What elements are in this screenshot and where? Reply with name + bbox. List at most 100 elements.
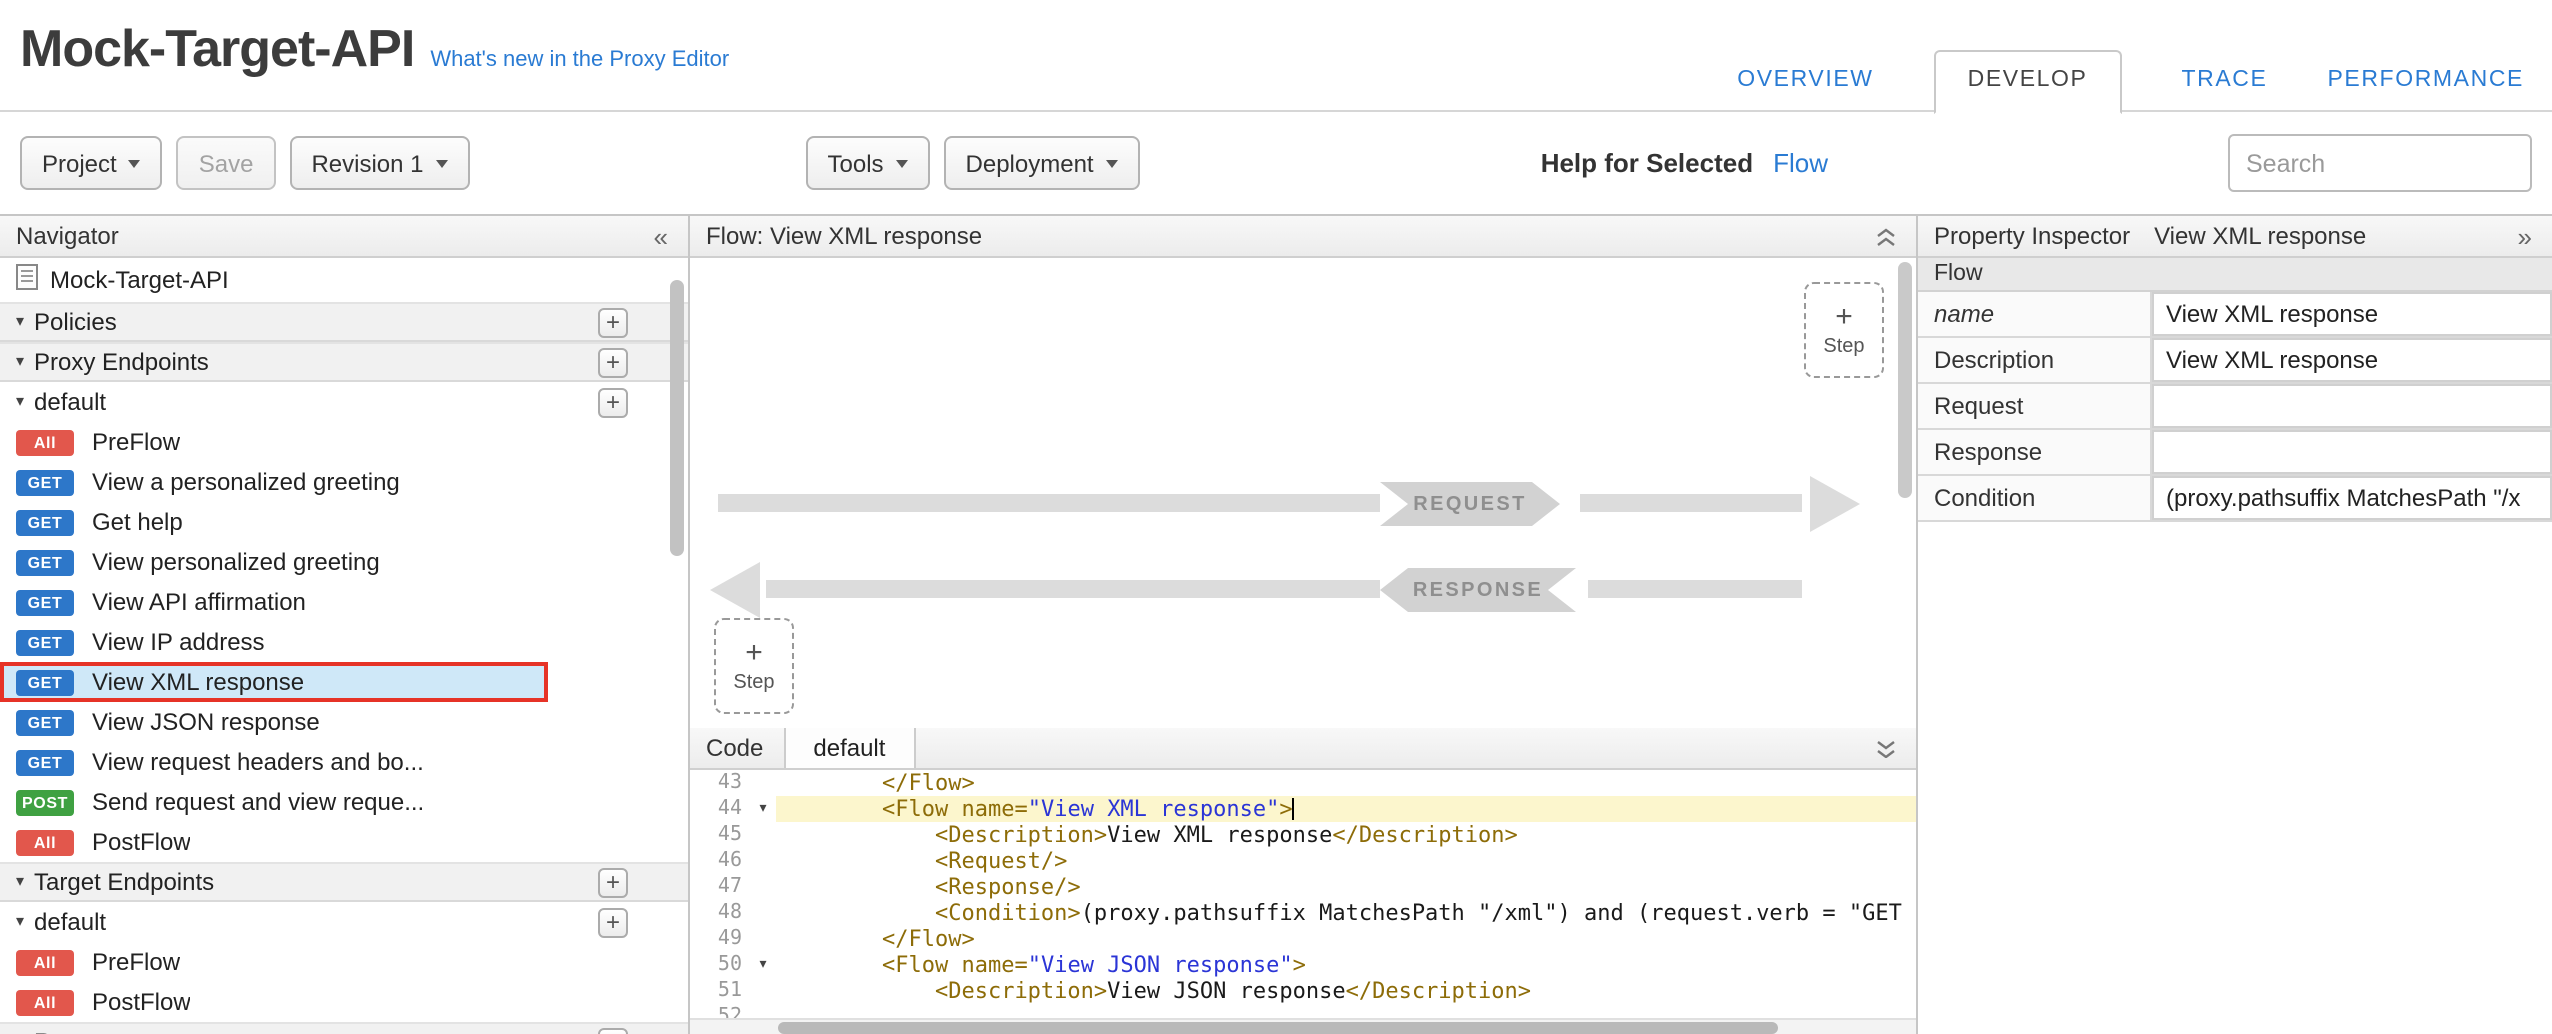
collapse-triangle-icon: ▾ <box>16 314 24 330</box>
flow-canvas[interactable]: + Step REQUEST RESPONSE + Step <box>690 258 1916 728</box>
flow-label: PreFlow <box>92 428 180 456</box>
code-token-plain <box>776 770 882 796</box>
code-tab-default[interactable]: default <box>783 728 915 768</box>
flow-panel-title: Flow: View XML response <box>706 222 982 250</box>
nav-flow-get-help[interactable]: GETGet help <box>0 502 688 542</box>
nav-proxy-name[interactable]: Mock-Target-API <box>0 258 688 302</box>
line-number: 47 <box>690 874 750 900</box>
nav-flow-view-a-personalized-greeting[interactable]: GETView a personalized greeting <box>0 462 688 502</box>
nav-flow-send-request-and-view-reque[interactable]: POSTSend request and view reque... <box>0 782 688 822</box>
collapse-panel-icon[interactable]: « <box>654 223 672 249</box>
code-editor[interactable]: 43 </Flow>44▾ <Flow name="View XML respo… <box>690 770 1916 1034</box>
collapse-triangle-icon: ▾ <box>16 874 24 890</box>
navigator-header: Navigator « <box>0 216 688 258</box>
property-value[interactable] <box>2152 430 2552 474</box>
code-horizontal-scrollbar[interactable] <box>690 1018 1916 1034</box>
add-button[interactable]: + <box>598 387 628 417</box>
line-number: 50 <box>690 952 750 978</box>
project-menu-button[interactable]: Project <box>20 136 163 190</box>
code-line-48[interactable]: 48 <Condition>(proxy.pathsuffix MatchesP… <box>690 900 1916 926</box>
fold-gutter <box>750 926 776 952</box>
nav-flow-view-json-response[interactable]: GETView JSON response <box>0 702 688 742</box>
add-step-button-request[interactable]: + Step <box>1804 282 1884 378</box>
add-button[interactable]: + <box>598 307 628 337</box>
code-line-49[interactable]: 49 </Flow> <box>690 926 1916 952</box>
code-token-plain <box>776 848 935 874</box>
code-line-47[interactable]: 47 <Response/> <box>690 874 1916 900</box>
tab-overview[interactable]: OVERVIEW <box>1737 52 1873 112</box>
save-button[interactable]: Save <box>177 136 276 190</box>
property-value[interactable]: (proxy.pathsuffix MatchesPath "/x <box>2152 476 2552 520</box>
plus-icon: + <box>745 639 763 667</box>
code-token-tag: </Flow> <box>882 770 975 796</box>
flow-canvas-scrollbar[interactable] <box>1898 262 1912 724</box>
nav-flow-view-ip-address[interactable]: GETView IP address <box>0 622 688 662</box>
property-value[interactable]: View XML response <box>2152 292 2552 336</box>
tab-develop[interactable]: DEVELOP <box>1934 50 2122 114</box>
code-token-plain <box>776 900 935 926</box>
nav-flow-view-personalized-greeting[interactable]: GETView personalized greeting <box>0 542 688 582</box>
nav-section-resources[interactable]: ▾Resources+ <box>0 1022 688 1034</box>
nav-flow-view-request-headers-and-bo[interactable]: GETView request headers and bo... <box>0 742 688 782</box>
nav-flow-postflow[interactable]: AllPostFlow <box>0 982 688 1022</box>
property-row-description: DescriptionView XML response <box>1918 338 2552 384</box>
line-number: 45 <box>690 822 750 848</box>
add-button[interactable]: + <box>598 907 628 937</box>
response-label[interactable]: RESPONSE <box>1380 568 1576 612</box>
line-number: 43 <box>690 770 750 796</box>
property-row-condition: Condition(proxy.pathsuffix MatchesPath "… <box>1918 476 2552 522</box>
nav-flow-preflow[interactable]: AllPreFlow <box>0 422 688 462</box>
expand-panel-icon[interactable]: » <box>2518 223 2536 249</box>
search-input[interactable] <box>2228 134 2532 192</box>
navigator-scrollbar[interactable] <box>670 264 684 1030</box>
flow-label: Send request and view reque... <box>92 788 424 816</box>
property-value[interactable] <box>2152 384 2552 428</box>
nav-section-target-endpoints[interactable]: ▾Target Endpoints+ <box>0 862 688 902</box>
tab-trace[interactable]: TRACE <box>2182 52 2268 112</box>
scrollbar-thumb[interactable] <box>670 280 684 556</box>
help-flow-link[interactable]: Flow <box>1773 148 1828 178</box>
code-token-plain <box>776 952 882 978</box>
fold-arrow-icon[interactable]: ▾ <box>750 952 776 978</box>
collapse-up-icon[interactable] <box>1876 223 1900 249</box>
code-line-45[interactable]: 45 <Description>View XML response</Descr… <box>690 822 1916 848</box>
code-line-43[interactable]: 43 </Flow> <box>690 770 1916 796</box>
nav-section-label: Policies <box>34 308 117 336</box>
tools-menu-button[interactable]: Tools <box>806 136 930 190</box>
nav-flow-view-xml-response[interactable]: GETView XML response <box>0 662 548 702</box>
add-step-button-response[interactable]: + Step <box>714 618 794 714</box>
nav-section-policies[interactable]: ▾ Policies + <box>0 302 688 342</box>
scrollbar-thumb[interactable] <box>778 1022 1778 1034</box>
tab-performance[interactable]: PERFORMANCE <box>2327 52 2524 112</box>
code-token-str: "View XML response" <box>1028 796 1280 822</box>
deployment-menu-button[interactable]: Deployment <box>944 136 1140 190</box>
property-value[interactable]: View XML response <box>2152 338 2552 382</box>
add-button[interactable]: + <box>598 347 628 377</box>
code-token-plain: View JSON response <box>1107 978 1345 1004</box>
nav-flow-preflow[interactable]: AllPreFlow <box>0 942 688 982</box>
code-line-51[interactable]: 51 <Description>View JSON response</Desc… <box>690 978 1916 1004</box>
scrollbar-thumb[interactable] <box>1898 262 1912 498</box>
nav-flow-view-api-affirmation[interactable]: GETView API affirmation <box>0 582 688 622</box>
nav-section-proxy-endpoints[interactable]: ▾Proxy Endpoints+ <box>0 342 688 382</box>
code-token-plain <box>948 796 961 822</box>
code-line-50[interactable]: 50▾ <Flow name="View JSON response"> <box>690 952 1916 978</box>
navigator-panel: Navigator « Mock-Target-API▾Policies+▾Pr… <box>0 216 690 1034</box>
revision-menu-button[interactable]: Revision 1 <box>289 136 469 190</box>
nav-group-default[interactable]: ▾default+ <box>0 382 688 422</box>
code-text: </Flow> <box>776 770 1916 796</box>
add-button[interactable]: + <box>598 867 628 897</box>
code-line-46[interactable]: 46 <Request/> <box>690 848 1916 874</box>
method-badge-all: All <box>16 829 74 855</box>
title-wrap: Mock-Target-API What's new in the Proxy … <box>20 0 729 80</box>
add-button[interactable]: + <box>598 1027 628 1034</box>
caret-down-icon <box>1106 159 1118 167</box>
nav-flow-postflow[interactable]: AllPostFlow <box>0 822 688 862</box>
collapse-down-icon[interactable] <box>1876 735 1900 761</box>
code-panel-title: Code <box>706 734 763 762</box>
nav-group-default[interactable]: ▾default+ <box>0 902 688 942</box>
request-label[interactable]: REQUEST <box>1380 482 1560 526</box>
whats-new-link[interactable]: What's new in the Proxy Editor <box>430 48 729 72</box>
code-line-44[interactable]: 44▾ <Flow name="View XML response"> <box>690 796 1916 822</box>
fold-arrow-icon[interactable]: ▾ <box>750 796 776 822</box>
